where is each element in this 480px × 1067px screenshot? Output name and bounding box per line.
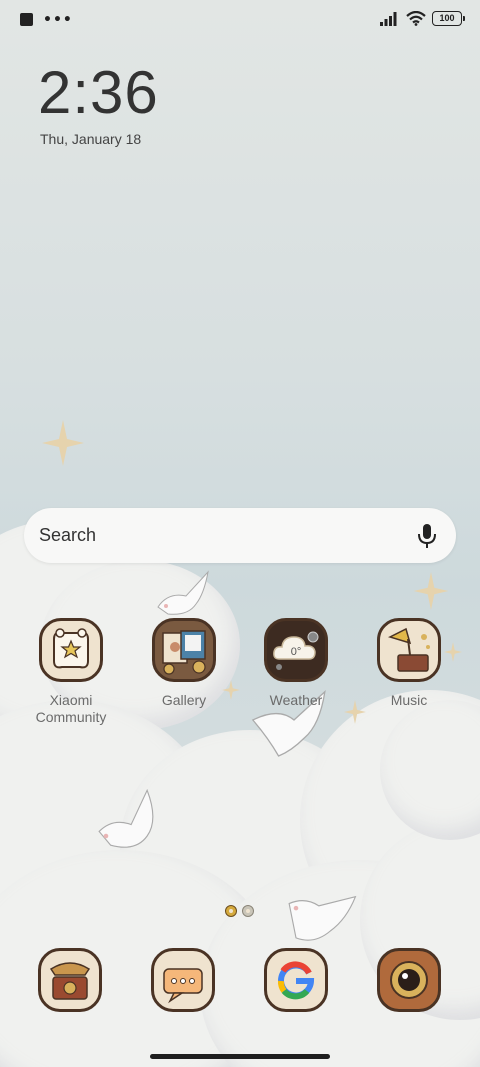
sparkle-icon [413, 572, 449, 610]
wifi-icon [406, 11, 426, 26]
app-gallery[interactable]: Gallery [134, 618, 234, 709]
page-dot-icon [242, 905, 254, 917]
sparkle-icon [42, 420, 84, 466]
dock-phone[interactable] [38, 948, 102, 1012]
clock-date[interactable]: Thu, January 18 [40, 131, 141, 147]
status-left: ••• [20, 11, 73, 28]
page-indicator[interactable] [224, 904, 255, 918]
dock-messages[interactable] [151, 948, 215, 1012]
dock-camera[interactable] [377, 948, 441, 1012]
google-icon [278, 961, 315, 1000]
search-bar[interactable]: Search [24, 508, 456, 563]
app-xiaomi-community[interactable]: Xiaomi Community [21, 618, 121, 726]
more-notifications-icon: ••• [43, 11, 73, 28]
battery-icon: 100 [432, 11, 465, 26]
app-weather[interactable]: 0° Weather [246, 618, 346, 709]
microphone-icon[interactable] [416, 523, 438, 549]
xiaomi-community-icon [39, 618, 103, 682]
messages-icon [163, 968, 203, 1004]
dove-icon [288, 895, 357, 941]
dove-icon [157, 570, 209, 615]
weather-icon: 0° [264, 618, 328, 682]
app-label: Weather [269, 692, 323, 708]
app-label: Music [390, 692, 428, 708]
dock-google[interactable] [264, 948, 328, 1012]
weather-temp: 0° [291, 646, 302, 658]
search-placeholder: Search [39, 525, 97, 545]
phone-icon [49, 962, 91, 1000]
app-label: Gallery [161, 692, 207, 708]
dove-icon [98, 788, 154, 848]
app-music[interactable]: Music [359, 618, 459, 709]
clock-time[interactable]: 2:36 [38, 58, 159, 127]
camera-icon [390, 961, 428, 999]
status-bar: ••• 100 [0, 0, 480, 42]
signal-icon [380, 11, 397, 26]
gallery-icon [152, 618, 216, 682]
page-dot-active-icon [225, 905, 237, 917]
status-right: 100 [380, 11, 465, 26]
home-indicator[interactable] [150, 1054, 330, 1059]
app-label: Xiaomi Community [35, 692, 107, 725]
notification-icon [20, 13, 33, 26]
music-icon [377, 618, 441, 682]
